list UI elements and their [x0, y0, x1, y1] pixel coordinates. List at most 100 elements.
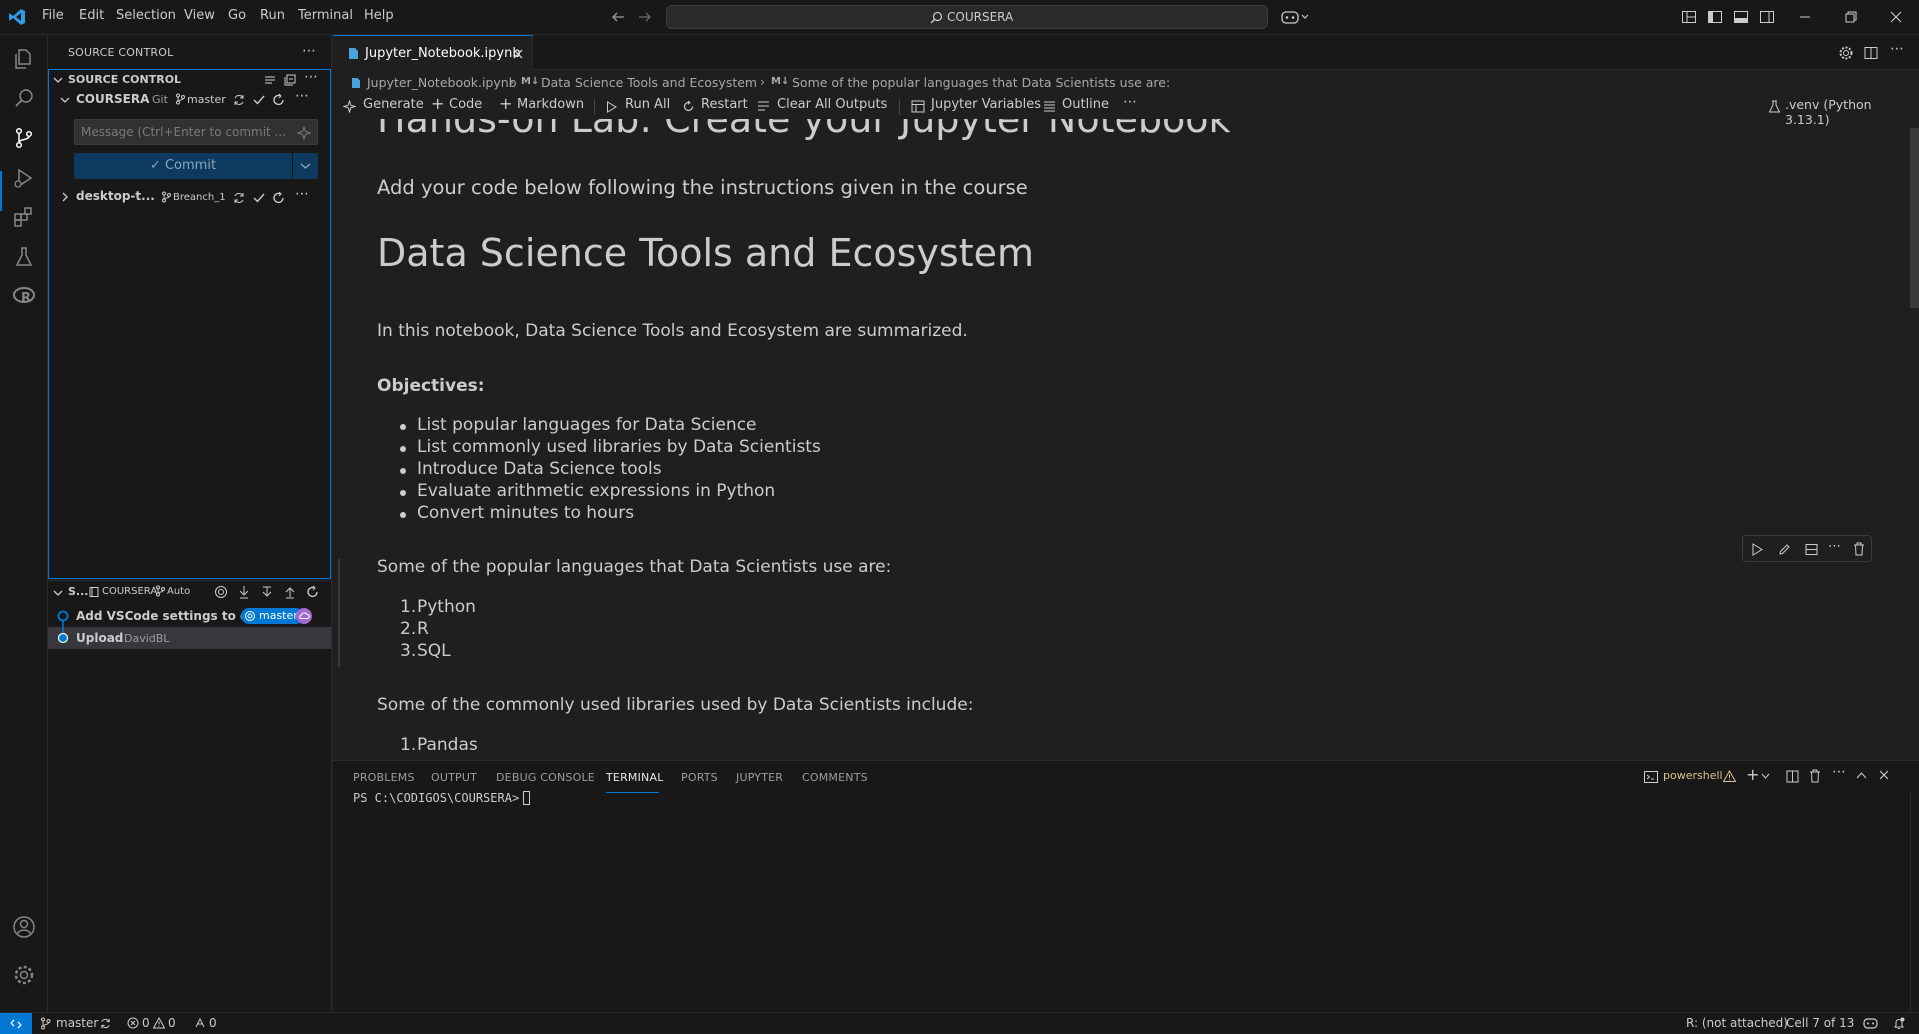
new-terminal-icon[interactable]: + [1746, 765, 1759, 784]
accounts-icon[interactable] [12, 915, 36, 939]
terminal-prompt-line[interactable]: PS C:\CODIGOS\COURSERA> [353, 791, 531, 805]
jupyter-variables-button[interactable]: Jupyter Variables [931, 97, 1041, 112]
menu-help[interactable]: Help [364, 8, 394, 23]
toolbar-more-icon[interactable]: ⋯ [1123, 94, 1137, 110]
generate-button[interactable]: Generate [363, 97, 424, 112]
tab-output[interactable]: OUTPUT [431, 771, 477, 784]
commit-check-icon[interactable] [252, 93, 266, 107]
panel-more-icon[interactable]: ⋯ [1832, 764, 1846, 780]
restore-icon[interactable] [1843, 9, 1859, 25]
remote-button[interactable] [0, 1013, 32, 1034]
menu-edit[interactable]: Edit [79, 8, 104, 23]
split-terminal-icon[interactable] [1786, 770, 1799, 783]
repo-branch[interactable]: master [187, 93, 226, 106]
copilot-status-icon[interactable] [1863, 1017, 1878, 1030]
tab-comments[interactable]: COMMENTS [802, 771, 868, 784]
tab-terminal[interactable]: TERMINAL [606, 771, 664, 784]
sidebar-more-icon[interactable]: ⋯ [302, 43, 316, 59]
notifications-bell-icon[interactable] [1893, 1017, 1905, 1030]
breadcrumb-file[interactable]: Jupyter_Notebook.ipynb [367, 75, 517, 90]
breadcrumb-item[interactable]: Data Science Tools and Ecosystem [541, 75, 757, 90]
commit-dropdown-button[interactable] [293, 153, 318, 179]
fetch-icon[interactable] [237, 585, 251, 599]
close-window-icon[interactable] [1888, 9, 1904, 25]
maximize-panel-icon[interactable] [1856, 771, 1867, 779]
split-editor-icon[interactable] [1863, 45, 1879, 61]
tab-jupyter[interactable]: JUPYTER [736, 771, 783, 784]
terminal-scrollbar[interactable] [1910, 791, 1919, 1011]
outline-button[interactable]: Outline [1062, 97, 1109, 112]
minimize-icon[interactable] [1797, 9, 1813, 25]
repo2-chevron-right-icon[interactable] [60, 192, 70, 202]
shell-name[interactable]: powershell [1663, 769, 1723, 782]
toggle-panel-icon[interactable] [1733, 9, 1749, 25]
editor-more-icon[interactable]: ⋯ [1890, 41, 1904, 57]
graph-mode[interactable]: Auto [167, 586, 190, 597]
scm-more-icon[interactable]: ⋯ [304, 69, 318, 85]
commit-message-input[interactable] [75, 120, 285, 144]
tab-jupyter-notebook[interactable]: Jupyter_Notebook.ipynb [333, 35, 533, 70]
chevron-down-icon[interactable] [53, 75, 63, 85]
kill-terminal-icon[interactable] [1809, 769, 1821, 783]
delete-cell-icon[interactable] [1853, 542, 1865, 556]
status-cell-position[interactable]: Cell 7 of 13 [1786, 1016, 1854, 1030]
testing-icon[interactable] [12, 245, 36, 269]
command-center-search[interactable]: COURSERA [666, 5, 1268, 29]
push-icon[interactable] [283, 585, 297, 599]
repo2-branch[interactable]: Breanch_1 [173, 192, 226, 203]
commit-check-icon[interactable] [252, 191, 266, 205]
breadcrumb-item[interactable]: Some of the popular languages that Data … [792, 75, 1170, 90]
menu-view[interactable]: View [184, 8, 215, 23]
view-as-list-icon[interactable] [263, 73, 277, 87]
graph-section-header[interactable]: S... COURSERA Auto [48, 580, 331, 602]
chevron-down-icon[interactable] [1761, 773, 1770, 780]
status-errors[interactable]: 0 [142, 1016, 150, 1030]
sync-icon[interactable] [232, 93, 246, 107]
copilot-icon[interactable] [1281, 9, 1311, 25]
tab-problems[interactable]: PROBLEMS [353, 771, 415, 784]
commit-button[interactable]: ✓ Commit [74, 153, 292, 179]
extensions-icon[interactable] [12, 205, 36, 229]
graph-repo[interactable]: COURSERA [102, 586, 157, 597]
graph-commit-row[interactable]: Add VSCode settings to d... master [48, 605, 331, 632]
toggle-secondary-sidebar-icon[interactable] [1759, 9, 1775, 25]
menu-go[interactable]: Go [228, 8, 246, 23]
repo-more-icon[interactable]: ⋯ [295, 88, 309, 104]
run-cell-icon[interactable] [1751, 543, 1763, 556]
scm-section-title[interactable]: SOURCE CONTROL [68, 73, 181, 86]
sync-icon[interactable] [232, 191, 246, 205]
customize-layout-icon[interactable] [1681, 9, 1697, 25]
repo2-more-icon[interactable]: ⋯ [295, 186, 309, 202]
menu-selection[interactable]: Selection [116, 8, 176, 23]
editor-scrollbar[interactable] [1910, 128, 1919, 308]
explorer-icon[interactable] [12, 47, 36, 71]
close-panel-icon[interactable] [1879, 770, 1889, 780]
repo2-name[interactable]: desktop-t... [76, 189, 155, 203]
pull-icon[interactable] [260, 585, 274, 599]
run-debug-icon[interactable] [12, 166, 36, 190]
close-tab-icon[interactable] [513, 49, 523, 59]
edit-pencil-icon[interactable] [1778, 543, 1791, 556]
collapse-all-icon[interactable] [283, 73, 297, 87]
menu-terminal[interactable]: Terminal [298, 8, 353, 23]
sync-icon[interactable] [99, 1017, 112, 1030]
tab-ports[interactable]: PORTS [681, 771, 718, 784]
tab-debug-console[interactable]: DEBUG CONSOLE [496, 771, 595, 784]
split-cell-icon[interactable] [1805, 543, 1818, 556]
menu-run[interactable]: Run [260, 8, 285, 23]
search-view-icon[interactable] [12, 87, 36, 111]
repo-chevron-down-icon[interactable] [60, 95, 70, 105]
sparkle-icon[interactable] [297, 126, 311, 140]
graph-refresh-icon[interactable] [306, 585, 320, 599]
status-ports[interactable]: 0 [209, 1016, 217, 1030]
graph-commit-row[interactable]: Upload DavidBL [48, 627, 331, 649]
settings-gear-icon[interactable] [1838, 45, 1854, 61]
repo-name[interactable]: COURSERA [76, 92, 149, 106]
r-language-icon[interactable]: R [12, 284, 36, 308]
add-markdown-button[interactable]: Markdown [517, 97, 584, 112]
status-r-session[interactable]: R: (not attached) [1686, 1016, 1788, 1030]
forward-arrow-icon[interactable] [637, 9, 653, 25]
refresh-icon[interactable] [272, 191, 286, 205]
status-branch[interactable]: master [56, 1016, 98, 1030]
status-warnings[interactable]: 0 [168, 1016, 176, 1030]
